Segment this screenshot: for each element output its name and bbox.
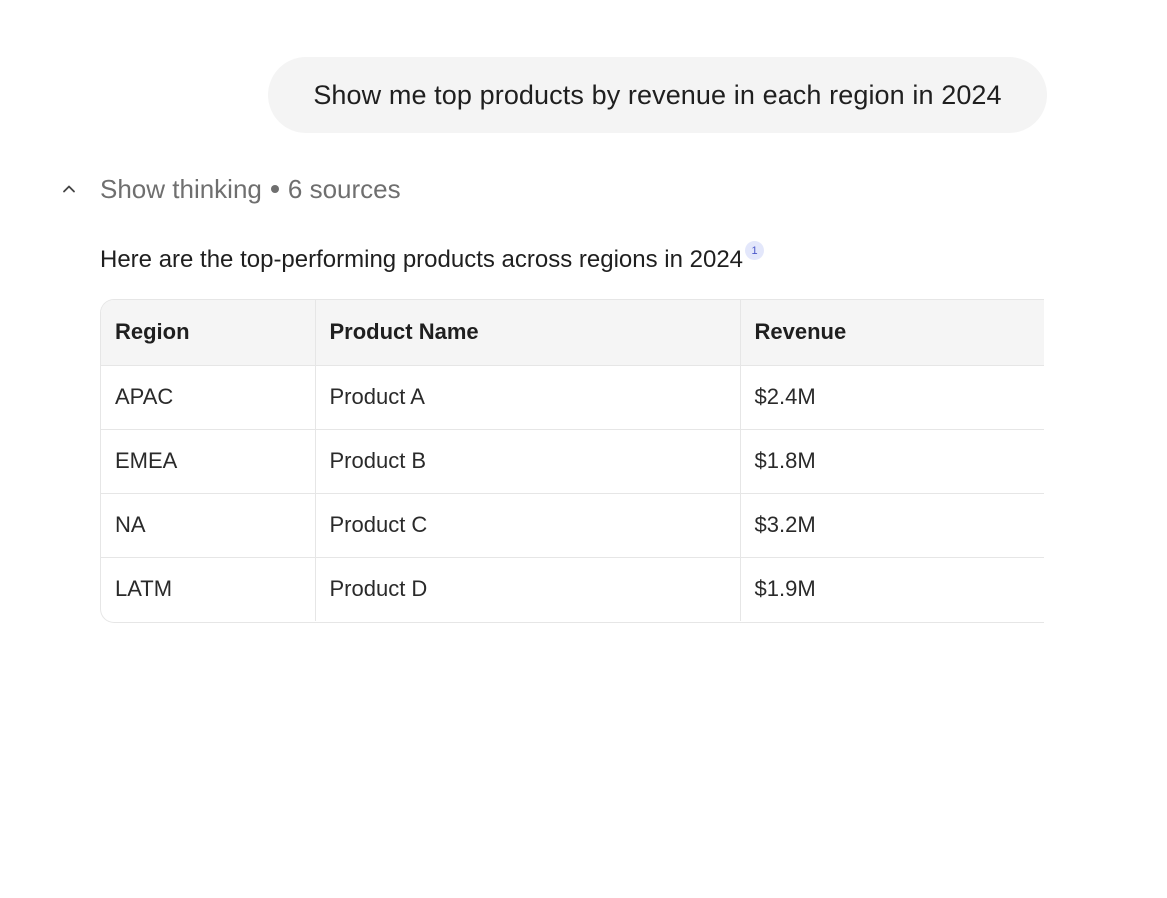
table-row: APAC Product A $2.4M bbox=[101, 365, 1044, 430]
separator-dot bbox=[270, 185, 279, 193]
column-header-product-name: Product Name bbox=[315, 300, 741, 366]
cell-product-name: Product B bbox=[315, 429, 741, 494]
results-table: Region Product Name Revenue APAC Product… bbox=[101, 300, 1044, 621]
show-thinking-toggle[interactable]: Show thinking 6 sources bbox=[56, 168, 401, 210]
table-header-row: Region Product Name Revenue bbox=[101, 300, 1044, 366]
cell-region: EMEA bbox=[101, 429, 316, 494]
cell-product-name: Product C bbox=[315, 493, 741, 558]
cell-product-name: Product D bbox=[315, 557, 741, 621]
response-intro-text: Here are the top-performing products acr… bbox=[100, 246, 744, 273]
sources-count[interactable]: 6 sources bbox=[288, 174, 401, 205]
response-intro: Here are the top-performing products acr… bbox=[100, 240, 765, 280]
show-thinking-label: Show thinking bbox=[100, 173, 262, 204]
cell-revenue: $1.8M bbox=[740, 429, 1044, 494]
table-row: LATM Product D $1.9M bbox=[101, 557, 1044, 621]
cell-revenue: $2.4M bbox=[740, 365, 1044, 430]
citation-badge[interactable]: 1 bbox=[745, 241, 765, 260]
cell-revenue: $1.9M bbox=[740, 557, 1044, 621]
results-table-container[interactable]: Region Product Name Revenue APAC Product… bbox=[100, 299, 1044, 623]
table-row: NA Product C $3.2M bbox=[101, 493, 1044, 558]
cell-product-name: Product A bbox=[315, 365, 741, 430]
cell-region: LATM bbox=[101, 557, 316, 621]
user-message-bubble: Show me top products by revenue in each … bbox=[268, 57, 1047, 133]
cell-region: APAC bbox=[101, 365, 316, 430]
table-row: EMEA Product B $1.8M bbox=[101, 429, 1044, 494]
cell-revenue: $3.2M bbox=[740, 493, 1044, 558]
chevron-up-icon bbox=[56, 176, 82, 202]
column-header-region: Region bbox=[101, 300, 316, 366]
user-message-text: Show me top products by revenue in each … bbox=[313, 79, 1002, 110]
column-header-revenue: Revenue bbox=[740, 300, 1044, 366]
cell-region: NA bbox=[101, 493, 316, 558]
